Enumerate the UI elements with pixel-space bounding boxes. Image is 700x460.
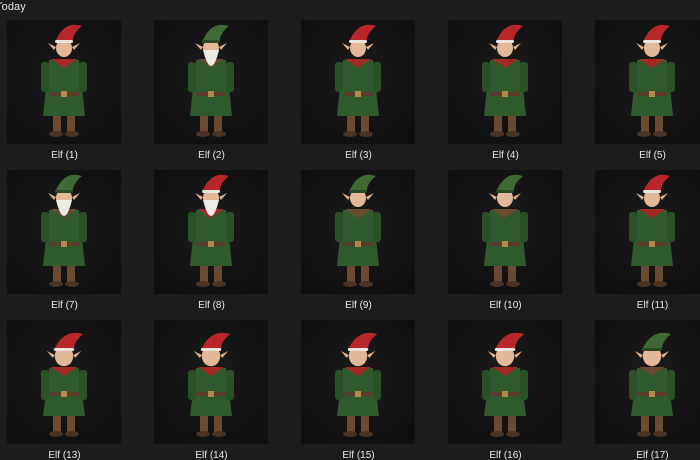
- file-thumbnail[interactable]: [448, 320, 562, 444]
- elf-child-image: [7, 320, 121, 444]
- elf-child-image: [301, 320, 415, 444]
- file-item[interactable]: Elf (2): [138, 20, 285, 170]
- file-name: Elf (7): [51, 300, 78, 311]
- file-item[interactable]: Elf (4): [432, 20, 579, 170]
- file-item[interactable]: Elf (10): [432, 170, 579, 320]
- file-name: Elf (1): [51, 150, 78, 161]
- elf-child-image: [154, 320, 268, 444]
- elf-image: [448, 170, 562, 294]
- file-thumbnail[interactable]: [301, 320, 415, 444]
- file-thumbnail[interactable]: [595, 20, 700, 144]
- elf-beard-image: [154, 170, 268, 294]
- file-name: Elf (2): [198, 150, 225, 161]
- file-thumbnail[interactable]: [154, 320, 268, 444]
- file-name: Elf (16): [489, 450, 522, 460]
- file-item[interactable]: Elf (14): [138, 320, 285, 460]
- file-thumbnail[interactable]: [7, 20, 121, 144]
- file-name: Elf (17): [636, 450, 669, 460]
- file-name: Elf (14): [195, 450, 228, 460]
- elf-image: [301, 20, 415, 144]
- file-thumbnail[interactable]: [595, 320, 700, 444]
- file-thumbnail[interactable]: [7, 320, 121, 444]
- elf-image: [595, 170, 700, 294]
- thumbnail-row: Elf (13) Elf (14) Elf (15) Elf (16) Elf (17): [0, 320, 700, 460]
- file-item[interactable]: Elf (11): [579, 170, 700, 320]
- elf-image: [448, 20, 562, 144]
- thumbnail-row: Elf (7) Elf (8) Elf (9) Elf (10) Elf (11): [0, 170, 700, 320]
- file-thumbnail[interactable]: [154, 170, 268, 294]
- file-name: Elf (15): [342, 450, 375, 460]
- elf-beard-image: [154, 20, 268, 144]
- file-name: Elf (3): [345, 150, 372, 161]
- elf-child-image: [595, 320, 700, 444]
- elf-image: [595, 20, 700, 144]
- file-thumbnail[interactable]: [448, 170, 562, 294]
- file-explorer-view: Today Elf (1) Elf (2) Elf (3) Elf (4) Elf (5…: [0, 0, 700, 460]
- elf-beard-image: [7, 170, 121, 294]
- elf-boy-image: [7, 20, 121, 144]
- file-name: Elf (10): [489, 300, 522, 311]
- file-name: Elf (8): [198, 300, 225, 311]
- thumbnail-row: Elf (1) Elf (2) Elf (3) Elf (4) Elf (5): [0, 20, 700, 170]
- elf-child-image: [448, 320, 562, 444]
- file-thumbnail[interactable]: [154, 20, 268, 144]
- file-thumbnail[interactable]: [595, 170, 700, 294]
- file-name: Elf (9): [345, 300, 372, 311]
- file-item[interactable]: Elf (3): [285, 20, 432, 170]
- file-item[interactable]: Elf (9): [285, 170, 432, 320]
- file-name: Elf (11): [636, 300, 669, 311]
- file-thumbnail[interactable]: [7, 170, 121, 294]
- file-thumbnail[interactable]: [301, 170, 415, 294]
- group-header-today[interactable]: Today: [0, 1, 26, 13]
- file-item[interactable]: Elf (17): [579, 320, 700, 460]
- file-item[interactable]: Elf (5): [579, 20, 700, 170]
- file-thumbnail[interactable]: [448, 20, 562, 144]
- file-thumbnail[interactable]: [301, 20, 415, 144]
- file-item[interactable]: Elf (13): [0, 320, 138, 460]
- file-item[interactable]: Elf (15): [285, 320, 432, 460]
- file-name: Elf (4): [492, 150, 519, 161]
- file-name: Elf (5): [639, 150, 666, 161]
- file-item[interactable]: Elf (7): [0, 170, 138, 320]
- elf-image: [301, 170, 415, 294]
- file-item[interactable]: Elf (8): [138, 170, 285, 320]
- file-item[interactable]: Elf (1): [0, 20, 138, 170]
- thumbnail-grid: Elf (1) Elf (2) Elf (3) Elf (4) Elf (5) Elf (…: [0, 20, 700, 460]
- file-name: Elf (13): [48, 450, 81, 460]
- file-item[interactable]: Elf (16): [432, 320, 579, 460]
